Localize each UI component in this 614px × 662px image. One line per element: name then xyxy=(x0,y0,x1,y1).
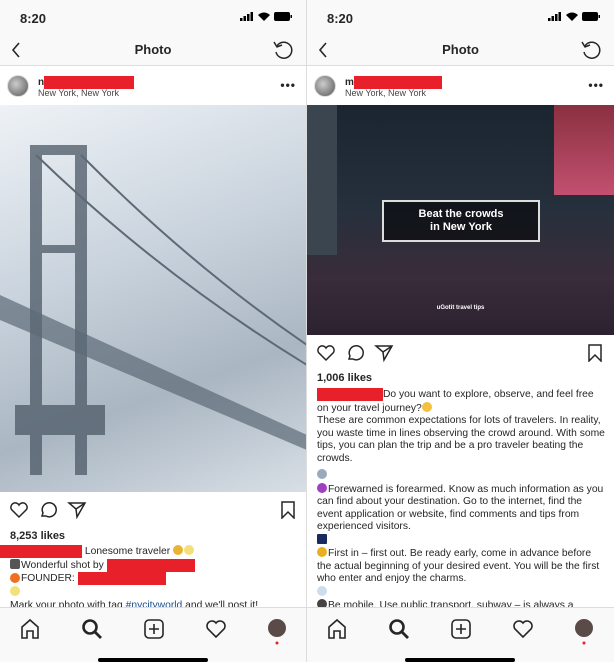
more-icon[interactable]: ••• xyxy=(588,78,604,92)
post-header: n New York, New York ••• xyxy=(0,67,306,105)
add-icon[interactable] xyxy=(143,618,165,640)
heart-icon[interactable] xyxy=(316,344,336,362)
status-bar: 8:20 xyxy=(307,0,614,35)
wifi-icon xyxy=(258,12,270,21)
comment-icon[interactable] xyxy=(38,501,58,519)
night-sky-emoji-icon xyxy=(317,533,327,544)
post-header: m New York, New York ••• xyxy=(307,67,614,105)
billboard-decoration xyxy=(554,105,614,195)
signal-icon xyxy=(548,12,561,21)
image-title-line: in New York xyxy=(430,221,492,233)
image-title-box: Beat the crowds in New York xyxy=(382,200,540,242)
taxi-emoji-icon xyxy=(173,545,184,556)
activity-heart-icon[interactable] xyxy=(205,618,227,640)
bicycle-emoji-icon xyxy=(317,469,327,480)
battery-icon xyxy=(274,12,292,21)
status-time: 8:20 xyxy=(327,11,354,26)
heart-icon[interactable] xyxy=(9,501,29,519)
refresh-icon[interactable] xyxy=(580,39,602,61)
caption-line: Lonesome traveler xyxy=(82,546,171,558)
building-decoration xyxy=(307,105,337,255)
image-title-line: Beat the crowds xyxy=(418,208,504,220)
battery-icon xyxy=(582,12,600,21)
add-icon[interactable] xyxy=(450,618,472,640)
search-icon[interactable] xyxy=(81,618,103,640)
tab-bar xyxy=(307,607,614,662)
profile-avatar-icon[interactable] xyxy=(573,618,595,646)
home-indicator xyxy=(405,658,515,662)
home-icon[interactable] xyxy=(326,618,348,640)
signal-icon xyxy=(240,12,253,21)
search-icon[interactable] xyxy=(388,618,410,640)
tab-bar xyxy=(0,607,306,662)
bookmark-icon[interactable] xyxy=(587,344,603,362)
bookmark-icon[interactable] xyxy=(280,501,296,519)
share-icon[interactable] xyxy=(67,501,87,519)
share-icon[interactable] xyxy=(374,344,394,362)
location-link[interactable]: New York, New York xyxy=(345,88,426,98)
caption: Lonesome traveler Wonderful shot by FOUN… xyxy=(0,545,298,612)
post-actions xyxy=(0,495,306,525)
snowman-emoji-icon xyxy=(317,585,327,596)
avatar[interactable] xyxy=(7,75,29,97)
post-actions xyxy=(307,338,614,368)
profile-avatar-icon[interactable] xyxy=(266,618,288,646)
sparkles-emoji-icon xyxy=(10,586,20,597)
username-prefix: m xyxy=(345,77,354,89)
smirk-emoji-icon xyxy=(421,401,432,412)
wifi-icon xyxy=(566,12,578,21)
caption-line: Wonderful shot by xyxy=(21,559,107,571)
crystal-ball-emoji-icon xyxy=(317,482,327,493)
caption-paragraph: These are common expectations for lots o… xyxy=(317,415,605,464)
comment-icon[interactable] xyxy=(345,344,365,362)
status-time: 8:20 xyxy=(20,11,47,26)
left-screen: 8:20 Photo n New York, New York ••• 8,25… xyxy=(0,0,307,662)
caption-paragraph: Forewarned is forearmed. Know as much in… xyxy=(317,483,604,533)
home-icon[interactable] xyxy=(19,618,41,640)
page-title: Photo xyxy=(134,42,172,57)
redaction xyxy=(77,572,166,586)
fire-emoji-icon xyxy=(10,572,20,583)
redaction xyxy=(317,388,383,401)
status-icons xyxy=(548,12,600,21)
caption: Do you want to explore, observe, and fee… xyxy=(317,388,606,613)
activity-heart-icon[interactable] xyxy=(512,618,534,640)
right-screen: 8:20 Photo m New York, New York ••• Beat… xyxy=(307,0,614,662)
nav-bar: Photo xyxy=(0,35,306,66)
refresh-icon[interactable] xyxy=(272,39,294,61)
page-title: Photo xyxy=(442,42,479,57)
nav-bar: Photo xyxy=(307,35,614,66)
image-credit: uGotit travel tips xyxy=(436,305,485,311)
avatar[interactable] xyxy=(314,75,336,97)
sunflower-emoji-icon xyxy=(317,547,327,558)
caption-paragraph: First in – first out. Be ready early, co… xyxy=(317,548,600,585)
location-link[interactable]: New York, New York xyxy=(38,88,119,98)
home-indicator xyxy=(98,658,208,662)
more-icon[interactable]: ••• xyxy=(280,78,296,92)
post-photo[interactable]: Beat the crowds in New York uGotit travel… xyxy=(307,105,614,335)
likes-count[interactable]: 8,253 likes xyxy=(10,530,65,542)
redaction xyxy=(0,545,82,558)
status-bar: 8:20 xyxy=(0,0,306,35)
status-icons xyxy=(240,12,292,21)
redaction xyxy=(106,558,195,572)
bridge-illustration xyxy=(0,145,306,475)
camera-emoji-icon xyxy=(10,558,20,569)
sparkles-emoji-icon xyxy=(184,545,195,556)
post-photo[interactable] xyxy=(0,105,306,492)
caption-line: FOUNDER: xyxy=(21,573,78,585)
likes-count[interactable]: 1,006 likes xyxy=(317,372,372,384)
